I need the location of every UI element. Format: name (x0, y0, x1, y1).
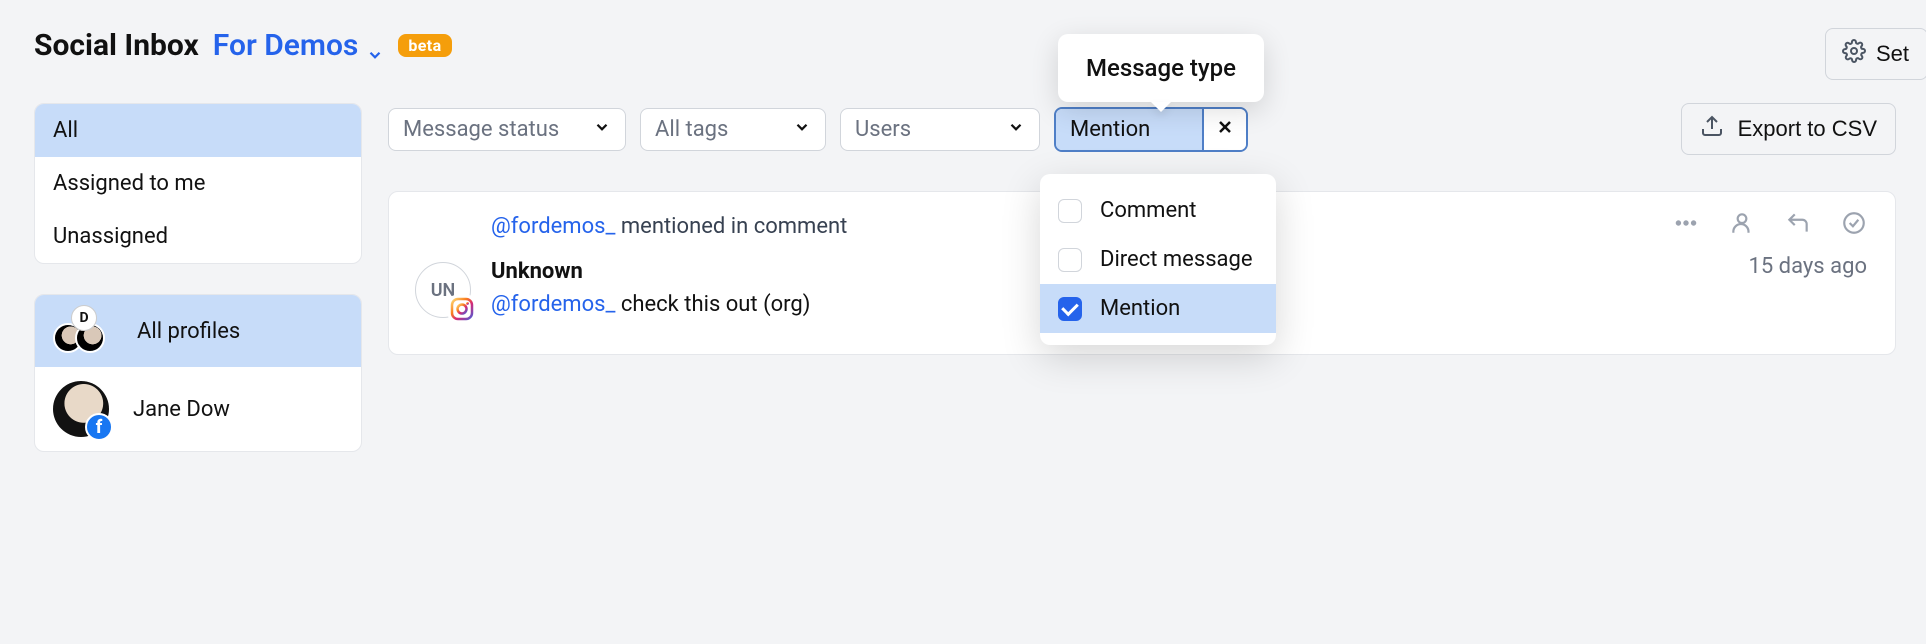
facebook-icon: f (85, 413, 113, 441)
close-icon (1215, 117, 1235, 142)
body-text: check this out (org) (615, 292, 810, 317)
mention-handle[interactable]: @fordemos_ (491, 292, 615, 317)
option-label: Comment (1100, 198, 1196, 223)
sidebar-item-assigned[interactable]: Assigned to me (35, 157, 361, 210)
workspace-selector[interactable]: For Demos (213, 28, 385, 63)
sidebar-item-unassigned[interactable]: Unassigned (35, 210, 361, 263)
chevron-down-icon (366, 37, 384, 55)
message-timestamp: 15 days ago (1749, 254, 1868, 279)
filter-label: Message status (403, 117, 559, 142)
export-label: Export to CSV (1738, 116, 1877, 142)
sidebar-item-label: All profiles (137, 319, 240, 344)
reply-icon[interactable] (1785, 210, 1811, 241)
page-title: Social Inbox (34, 28, 199, 63)
option-label: Direct message (1100, 247, 1253, 272)
chevron-down-icon (1007, 117, 1025, 142)
filter-message-type[interactable]: Mention (1054, 107, 1248, 152)
avatar: UN (415, 262, 471, 318)
stacked-avatars: D (53, 309, 113, 353)
chevron-down-icon (593, 117, 611, 142)
check-circle-icon[interactable] (1841, 210, 1867, 241)
export-csv-button[interactable]: Export to CSV (1681, 103, 1896, 155)
beta-badge: beta (398, 34, 451, 57)
upload-icon (1700, 114, 1724, 144)
dropdown-option-comment[interactable]: Comment (1040, 186, 1276, 235)
filter-label: All tags (655, 117, 728, 142)
assign-user-icon[interactable] (1729, 210, 1755, 241)
sidebar-item-label: Unassigned (53, 224, 168, 249)
avatar: f (53, 381, 109, 437)
filter-label: Mention (1056, 109, 1202, 150)
mention-handle[interactable]: @fordemos_ (491, 214, 615, 239)
clear-filter-button[interactable] (1202, 109, 1246, 150)
option-label: Mention (1100, 296, 1180, 321)
message-actions (1673, 210, 1867, 241)
instagram-icon (448, 295, 476, 323)
sidebar-item-all-profiles[interactable]: D All profiles (35, 295, 361, 367)
sidebar: All Assigned to me Unassigned D All prof… (34, 103, 362, 452)
settings-label: Set (1876, 41, 1909, 67)
sidebar-item-profile[interactable]: f Jane Dow (35, 367, 361, 451)
context-text: mentioned in comment (615, 214, 847, 239)
chevron-down-icon (793, 117, 811, 142)
message-type-dropdown: Comment Direct message Mention (1040, 174, 1276, 345)
filter-message-status[interactable]: Message status (388, 108, 626, 151)
sidebar-item-label: All (53, 118, 78, 143)
filter-users[interactable]: Users (840, 108, 1040, 151)
tooltip-text: Message type (1086, 54, 1236, 82)
workspace-name: For Demos (213, 28, 359, 63)
checkbox[interactable] (1058, 248, 1082, 272)
dropdown-option-direct-message[interactable]: Direct message (1040, 235, 1276, 284)
more-icon[interactable] (1673, 210, 1699, 241)
checkbox[interactable] (1058, 199, 1082, 223)
avatar-badge: D (71, 305, 97, 331)
gear-icon (1842, 39, 1866, 69)
filter-tags[interactable]: All tags (640, 108, 826, 151)
checkbox-checked[interactable] (1058, 297, 1082, 321)
filter-bar: Message status All tags Users Mention (388, 103, 1896, 155)
sidebar-item-label: Jane Dow (133, 397, 230, 422)
settings-button[interactable]: Set (1825, 28, 1926, 80)
sidebar-item-label: Assigned to me (53, 171, 205, 196)
sidebar-item-all[interactable]: All (35, 104, 361, 157)
filter-label: Users (855, 117, 911, 142)
message-type-tooltip: Message type (1058, 34, 1264, 102)
dropdown-option-mention[interactable]: Mention (1040, 284, 1276, 333)
